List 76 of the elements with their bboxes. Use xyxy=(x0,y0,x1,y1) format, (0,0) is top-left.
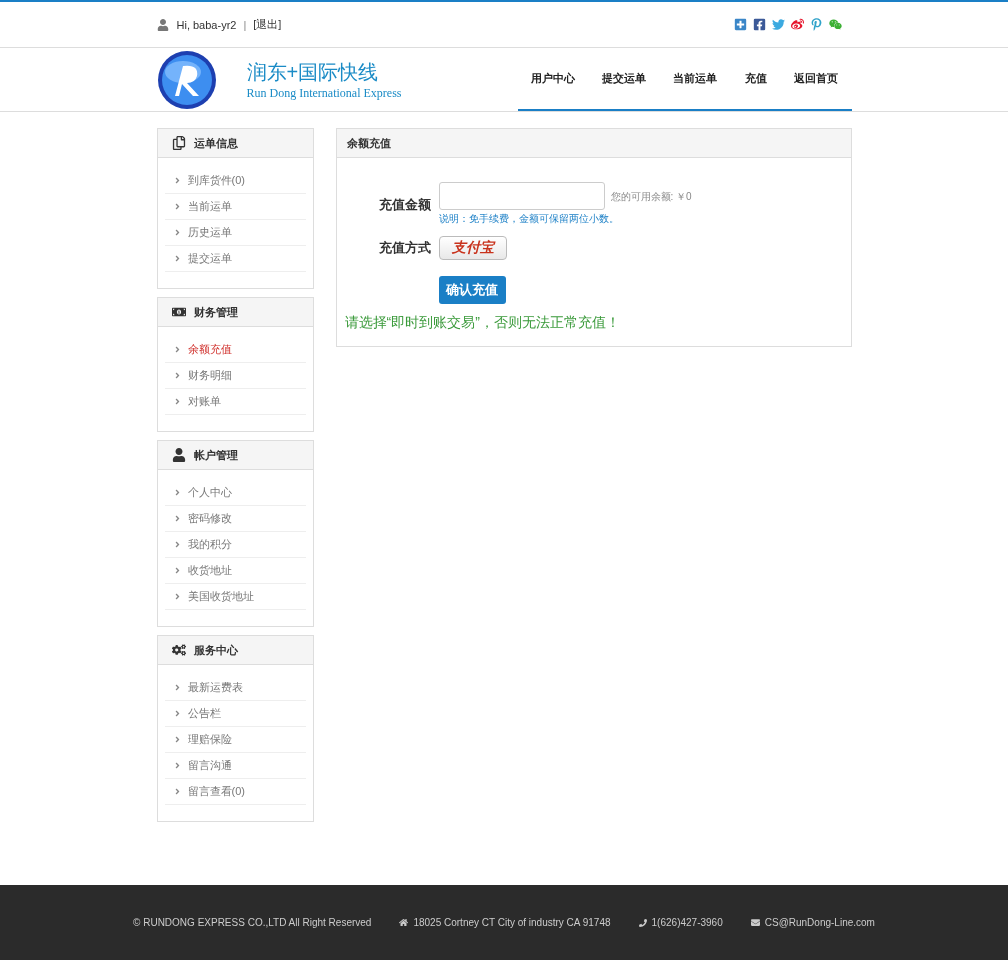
sidebar-item[interactable]: 余额充值 xyxy=(164,337,306,363)
balance-text: 您的可用余额: ￥0 xyxy=(610,190,692,204)
sidebar-item[interactable]: 财务明细 xyxy=(164,363,306,389)
sidebar-item[interactable]: 公告栏 xyxy=(164,701,306,727)
confirm-button[interactable]: 确认充值 xyxy=(438,276,506,304)
sidebar-item-label: 最新运费表 xyxy=(187,680,243,695)
sidebar-item-label: 留言查看(0) xyxy=(187,784,245,799)
separator: | xyxy=(243,18,247,31)
nav-link[interactable]: 当前运单 xyxy=(673,71,718,86)
sidebar-item[interactable]: 个人中心 xyxy=(164,480,306,506)
sidebar-item[interactable]: 对账单 xyxy=(164,389,306,415)
plus-icon[interactable] xyxy=(733,18,747,31)
sidebar-item[interactable]: 当前运单 xyxy=(164,194,306,220)
envelope-icon xyxy=(750,918,760,927)
sidebar-item-label: 当前运单 xyxy=(187,199,232,214)
email-text: CS@RunDong-Line.com xyxy=(764,917,875,928)
logo-title: 润东+国际快线 xyxy=(246,59,380,85)
sidebar-item[interactable]: 理赔保险 xyxy=(164,727,306,753)
logo-subtitle: Run Dong International Express xyxy=(246,85,402,101)
sidebar-item-label: 历史运单 xyxy=(187,225,232,240)
sidebar-item[interactable]: 美国收货地址 xyxy=(164,584,306,610)
sidebar-item[interactable]: 我的积分 xyxy=(164,532,306,558)
warning-text: 请选择“即时到账交易”，否则无法正常充值！ xyxy=(343,314,621,332)
logout-link[interactable]: [退出] xyxy=(253,17,282,32)
sidebar-item[interactable]: 留言沟通 xyxy=(164,753,306,779)
copy-icon xyxy=(171,136,186,150)
method-label: 充值方式 xyxy=(377,239,431,257)
user-icon xyxy=(171,448,186,462)
sidebar-item-label: 美国收货地址 xyxy=(187,589,254,604)
logo-icon xyxy=(156,49,217,110)
note-text: 说明：免手续费，金额可保留两位小数。 xyxy=(438,212,620,226)
amount-label: 充值金额 xyxy=(377,196,431,214)
sidebar-item-label: 余额充值 xyxy=(187,342,232,357)
user-icon xyxy=(156,18,169,31)
sidebar-item-label: 留言沟通 xyxy=(187,758,232,773)
sidebar-item-label: 公告栏 xyxy=(187,706,221,721)
sidebar-item-label: 收货地址 xyxy=(187,563,232,578)
sidebar-item-label: 提交运单 xyxy=(187,251,232,266)
nav-link[interactable]: 用户中心 xyxy=(531,71,576,86)
sidebar-item-label: 个人中心 xyxy=(187,485,232,500)
panel-title: 余额充值 xyxy=(346,135,391,151)
sidebar-item[interactable]: 历史运单 xyxy=(164,220,306,246)
copyright-text: © RUNDONG EXPRESS CO.,LTD All Right Reserved xyxy=(133,917,372,928)
sidebar-item-label: 对账单 xyxy=(187,394,221,409)
sidebar-item[interactable]: 提交运单 xyxy=(164,246,306,272)
alipay-button[interactable]: 支付宝 xyxy=(438,236,507,260)
twitter-icon[interactable] xyxy=(771,18,785,31)
amount-field[interactable] xyxy=(438,182,605,210)
banknote-icon xyxy=(171,305,186,319)
sidebar-heading: 服务中心 xyxy=(193,642,238,658)
weibo-icon[interactable] xyxy=(790,18,804,31)
greeting: Hi, baba-yr2 xyxy=(176,18,237,31)
sidebar-item-label: 我的积分 xyxy=(187,537,232,552)
nav-link[interactable]: 提交运单 xyxy=(602,71,647,86)
sidebar-heading: 帐户管理 xyxy=(193,447,238,463)
wechat-icon[interactable] xyxy=(828,18,842,31)
sidebar-heading: 财务管理 xyxy=(193,304,238,320)
sidebar-item-label: 财务明细 xyxy=(187,368,232,383)
sidebar-item-label: 密码修改 xyxy=(187,511,232,526)
nav-link[interactable]: 返回首页 xyxy=(793,71,838,86)
address-text: 18025 Cortney CT City of industry CA 91748 xyxy=(413,917,611,928)
sidebar-item-label: 到库货件(0) xyxy=(187,173,245,188)
phone-icon xyxy=(638,918,647,927)
sidebar-heading: 运单信息 xyxy=(193,135,238,151)
nav-link[interactable]: 充值 xyxy=(744,71,767,86)
pinterest-icon[interactable] xyxy=(809,18,823,31)
sidebar-item[interactable]: 最新运费表 xyxy=(164,675,306,701)
sidebar-item[interactable]: 留言查看(0) xyxy=(164,779,306,805)
gears-icon xyxy=(171,643,186,657)
facebook-icon[interactable] xyxy=(752,18,766,31)
home-icon xyxy=(399,918,409,927)
sidebar-item[interactable]: 到库货件(0) xyxy=(164,168,306,194)
sidebar-item-label: 理赔保险 xyxy=(187,732,232,747)
sidebar-item[interactable]: 密码修改 xyxy=(164,506,306,532)
sidebar-item[interactable]: 收货地址 xyxy=(164,558,306,584)
phone-text: 1(626)427-3960 xyxy=(651,917,723,928)
